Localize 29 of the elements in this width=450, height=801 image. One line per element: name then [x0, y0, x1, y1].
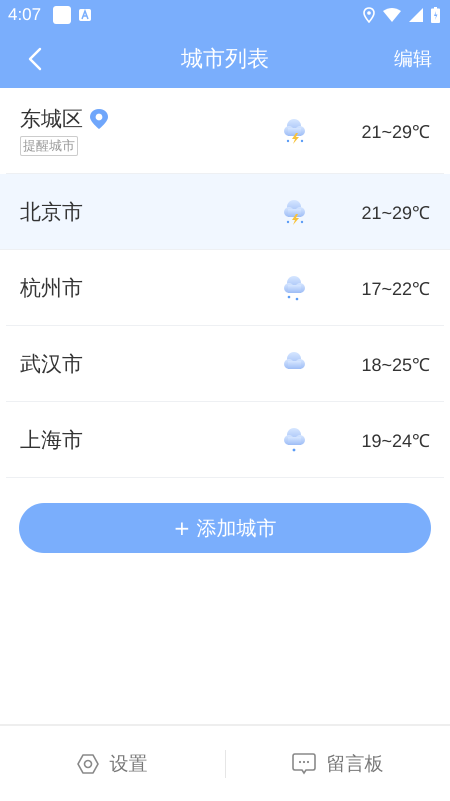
- chat-bubble-icon: [292, 752, 316, 774]
- temperature-range: 21~29℃: [360, 120, 430, 142]
- signal-icon: [409, 8, 423, 22]
- city-row[interactable]: 武汉市 18~25℃: [6, 326, 444, 402]
- message-board-button[interactable]: 留言板: [226, 750, 450, 778]
- city-row[interactable]: 上海市 19~24℃: [6, 402, 444, 478]
- back-button[interactable]: [28, 47, 42, 71]
- city-name: 上海市: [20, 426, 83, 454]
- temperature-range: 21~29℃: [360, 202, 430, 224]
- status-time: 4:07: [8, 5, 42, 25]
- city-name: 杭州市: [20, 274, 83, 302]
- reminder-tag: 提醒城市: [20, 136, 78, 156]
- settings-icon: [77, 752, 100, 774]
- city-name: 东城区: [20, 106, 83, 133]
- temperature-range: 17~22℃: [360, 278, 430, 300]
- city-name: 北京市: [20, 198, 83, 226]
- wifi-icon: [383, 8, 401, 22]
- location-icon: [363, 7, 375, 23]
- notification-icon: [53, 6, 72, 24]
- back-icon: [28, 47, 42, 71]
- temperature-range: 18~25℃: [360, 354, 430, 376]
- app-icon: [79, 9, 92, 21]
- city-row[interactable]: 北京市 21~29℃: [0, 174, 450, 250]
- city-row[interactable]: 杭州市 17~22℃: [6, 250, 444, 326]
- city-name: 武汉市: [20, 350, 83, 378]
- battery-icon: [431, 7, 440, 23]
- temperature-range: 19~24℃: [360, 430, 430, 452]
- settings-button[interactable]: 设置: [0, 750, 224, 778]
- page-title: 城市列表: [180, 46, 270, 74]
